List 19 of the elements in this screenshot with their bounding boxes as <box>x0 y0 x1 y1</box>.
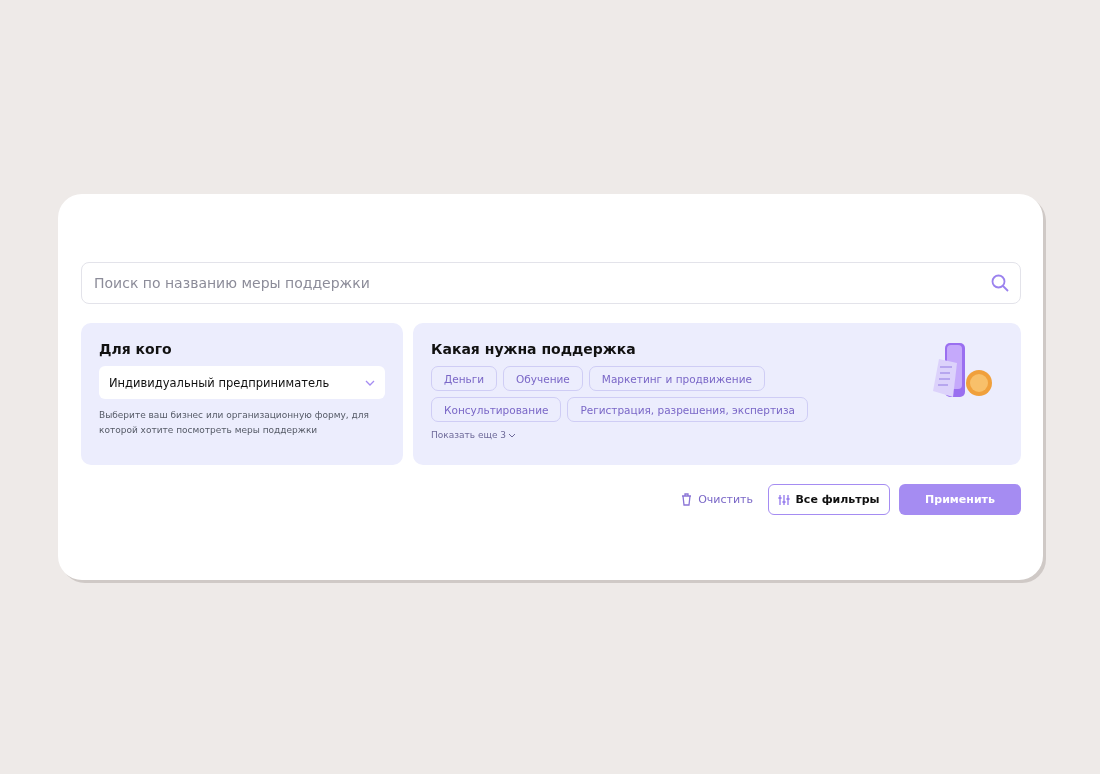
support-tag[interactable]: Консультирование <box>431 397 562 422</box>
support-tag[interactable]: Деньги <box>431 366 498 391</box>
chevron-down-icon <box>365 379 375 386</box>
support-tag[interactable]: Маркетинг и продвижение <box>588 366 765 391</box>
support-tag[interactable]: Обучение <box>503 366 583 391</box>
panel-title: Для кого <box>99 341 173 357</box>
chevron-down-icon <box>508 432 517 438</box>
trash-icon <box>681 493 693 506</box>
business-type-select[interactable]: Индивидуальный предприниматель <box>99 366 385 399</box>
hint-text: Выберите ваш бизнес или организационную форму, для которой хотите посмотреть меры поддержки <box>99 409 370 437</box>
apply-button[interactable]: Применить <box>899 484 1021 515</box>
search-icon[interactable] <box>991 274 1009 292</box>
panel-title: Какая нужна поддержка <box>431 341 637 357</box>
all-filters-button[interactable]: Все фильтры <box>768 484 890 515</box>
search-field[interactable]: Поиск по названию меры поддержки <box>81 262 1021 304</box>
sliders-icon <box>778 493 791 506</box>
show-more-link[interactable]: Показать еще 3 <box>431 430 517 440</box>
clear-button[interactable]: Очистить <box>675 493 759 506</box>
support-tag[interactable]: Регистрация, разрешения, экспертиза <box>567 397 808 422</box>
